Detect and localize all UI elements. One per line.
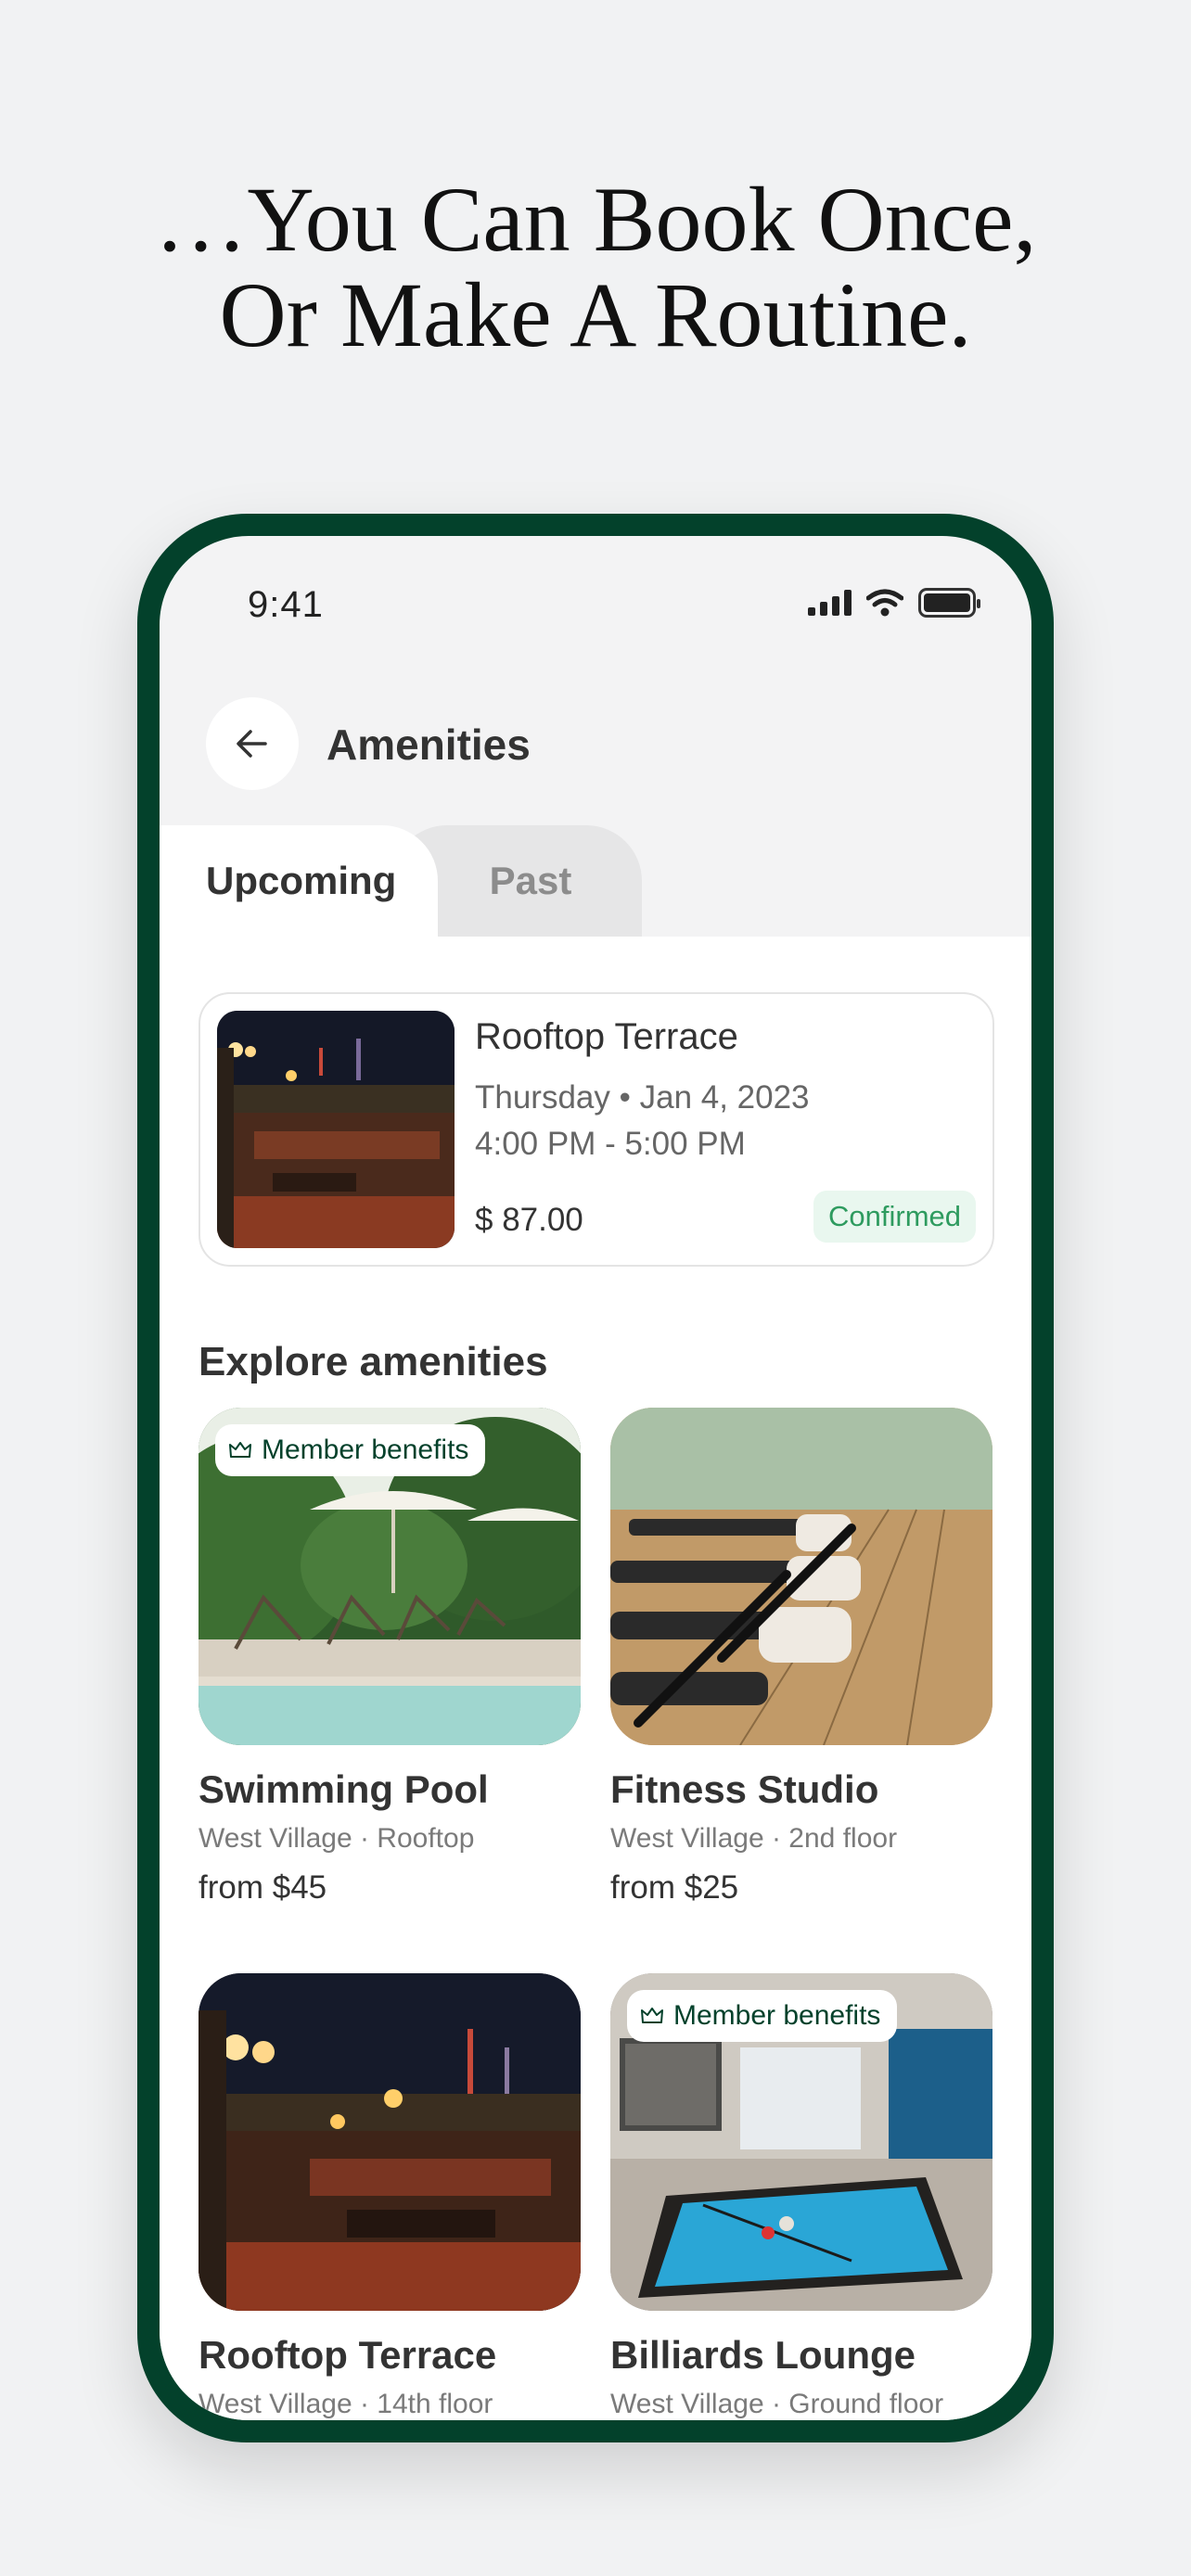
status-time: 9:41 <box>248 584 324 625</box>
phone-screen: 9:41 Amenities Past Upcoming Rooftop Ter… <box>160 536 1031 2420</box>
amenity-price: from $25 <box>610 1869 739 1906</box>
crown-icon <box>229 1442 251 1458</box>
amenity-location: West Village · Ground floor <box>610 2389 944 2419</box>
amenity-name: Billiards Lounge <box>610 2333 916 2377</box>
battery-icon <box>918 588 980 618</box>
amenity-name: Swimming Pool <box>198 1767 489 1811</box>
headline-line-2: Or Make A Routine. <box>219 263 972 366</box>
member-benefits-badge: Member benefits <box>215 1424 486 1476</box>
amenity-location: West Village · Rooftop <box>198 1823 475 1854</box>
page-title: Amenities <box>327 721 531 769</box>
main-content: Rooftop Terrace Thursday • Jan 4, 2023 4… <box>160 937 1031 2420</box>
arrow-left-icon <box>237 730 267 758</box>
crown-icon <box>641 2008 663 2023</box>
wifi-icon <box>866 589 903 617</box>
status-icons <box>808 588 980 618</box>
amenity-image: Member benefits <box>610 1973 992 2311</box>
amenity-name: Rooftop Terrace <box>198 2333 497 2377</box>
member-benefits-badge: Member benefits <box>627 1990 898 2042</box>
amenity-location: West Village · 2nd floor <box>610 1823 898 1854</box>
amenity-card-billiards-lounge[interactable]: Member benefits Billiards Lounge West Vi… <box>610 1973 992 2420</box>
cellular-signal-icon <box>808 590 852 616</box>
amenity-name: Fitness Studio <box>610 1767 879 1811</box>
phone-frame: 9:41 Amenities Past Upcoming Rooftop Ter… <box>137 514 1054 2442</box>
amenity-card-swimming-pool[interactable]: Member benefits Swimming Pool West Villa… <box>198 1408 581 1906</box>
back-button[interactable] <box>206 697 299 790</box>
booking-card[interactable]: Rooftop Terrace Thursday • Jan 4, 2023 4… <box>198 992 994 1267</box>
booking-date: Thursday • Jan 4, 2023 <box>475 1079 810 1116</box>
booking-name: Rooftop Terrace <box>475 1016 738 1057</box>
member-benefits-label: Member benefits <box>262 1435 469 1465</box>
tab-upcoming[interactable]: Upcoming <box>160 825 438 955</box>
booking-time: 4:00 PM - 5:00 PM <box>475 1126 746 1162</box>
tab-upcoming-label: Upcoming <box>206 859 397 902</box>
booking-price: $ 87.00 <box>475 1202 583 1238</box>
amenity-card-rooftop-terrace[interactable]: Rooftop Terrace West Village · 14th floo… <box>198 1973 581 2420</box>
explore-title: Explore amenities <box>198 1339 548 1384</box>
amenity-image <box>610 1408 992 1745</box>
status-badge: Confirmed <box>813 1191 976 1243</box>
tabs: Past Upcoming <box>160 825 1031 955</box>
headline: …You Can Book Once, Or Make A Routine. <box>0 172 1191 363</box>
headline-line-1: …You Can Book Once, <box>154 168 1037 271</box>
amenity-card-fitness-studio[interactable]: Fitness Studio West Village · 2nd floor … <box>610 1408 992 1906</box>
amenity-price: from $45 <box>198 1869 327 1906</box>
amenity-image: Member benefits <box>198 1408 581 1745</box>
amenity-location: West Village · 14th floor <box>198 2389 493 2419</box>
member-benefits-label: Member benefits <box>673 2000 881 2031</box>
booking-thumbnail <box>217 1011 455 1248</box>
amenity-image <box>198 1973 581 2311</box>
